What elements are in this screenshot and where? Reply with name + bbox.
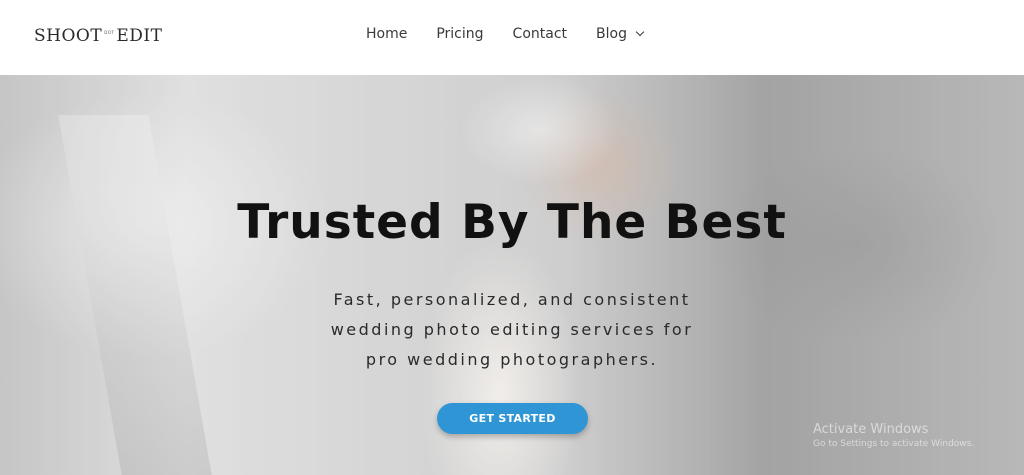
hero-subtitle-line: wedding photo editing services for <box>330 320 694 339</box>
nav-item-label: Pricing <box>436 26 484 42</box>
logo-text-right: EDIT <box>116 26 163 46</box>
nav-item-home[interactable]: Home <box>366 24 407 44</box>
main-nav: Home Pricing Contact Blog <box>366 24 672 44</box>
watermark-line1: Activate Windows <box>813 422 929 437</box>
watermark-line2: Go to Settings to activate Windows. <box>813 439 975 449</box>
nav-item-label: Blog <box>596 26 627 42</box>
activate-windows-watermark: Activate Windows Go to Settings to activ… <box>813 422 974 450</box>
nav-item-label: Contact <box>512 26 568 42</box>
hero-subtitle-line: pro wedding photographers. <box>365 350 659 369</box>
nav-item-label: Home <box>366 26 408 42</box>
logo-dot: DOT <box>104 29 115 35</box>
nav-item-blog[interactable]: Blog <box>596 24 645 44</box>
hero-title: Trusted By The Best <box>237 195 787 250</box>
hero-subtitle-line: Fast, personalized, and consistent <box>333 290 691 309</box>
hero-subtitle: Fast, personalized, and consistent weddi… <box>0 285 1024 375</box>
nav-item-contact[interactable]: Contact <box>513 24 567 44</box>
hero-section: Trusted By The Best Fast, personalized, … <box>0 75 1024 475</box>
chevron-down-icon <box>635 27 645 37</box>
site-logo[interactable]: SHOOT DOT EDIT <box>34 24 162 48</box>
logo-text-left: SHOOT <box>34 26 103 46</box>
nav-item-pricing[interactable]: Pricing <box>436 24 483 44</box>
get-started-button[interactable]: GET STARTED <box>437 403 588 434</box>
site-header: SHOOT DOT EDIT Home Pricing Contact Blog <box>0 0 1024 75</box>
